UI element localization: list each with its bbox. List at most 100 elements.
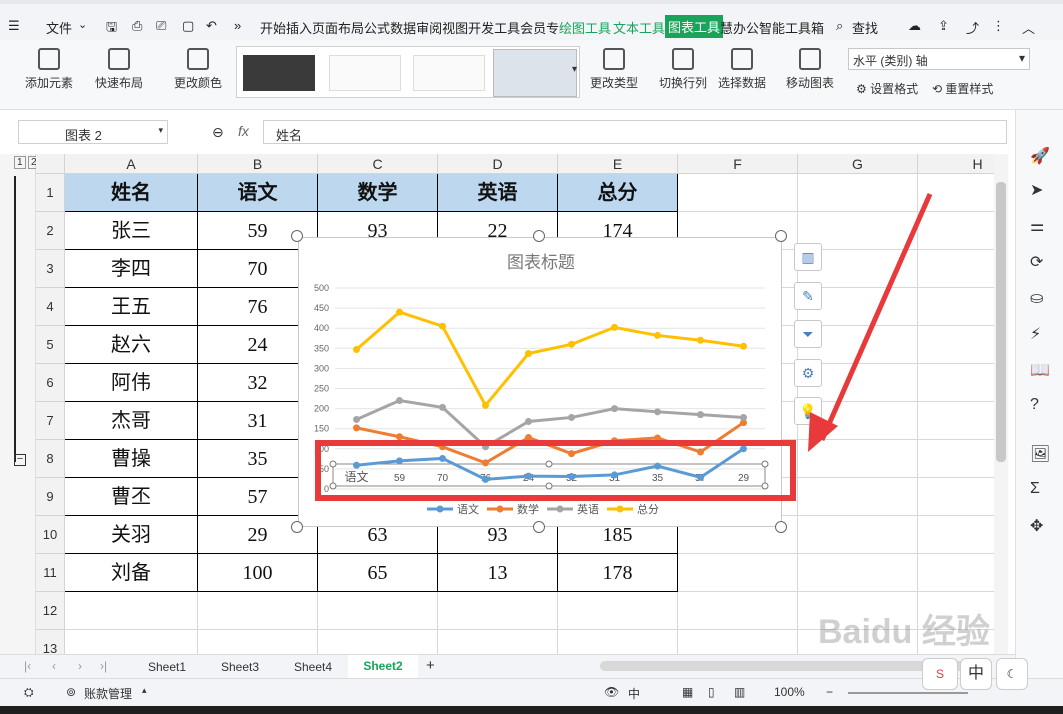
row-header-9[interactable]: 9 <box>36 478 65 516</box>
data-cell[interactable]: 张三 <box>65 212 198 250</box>
collapse-ribbon-icon[interactable]: ︿ <box>1022 18 1035 37</box>
chevron-down-icon[interactable]: ⌄ <box>78 18 87 31</box>
scrollbar-thumb[interactable] <box>996 182 1006 462</box>
data-point[interactable] <box>568 413 575 421</box>
resize-handle-b[interactable] <box>533 521 545 533</box>
grid-cell[interactable] <box>678 174 798 212</box>
resize-handle-tl[interactable] <box>291 230 303 242</box>
grid-cell[interactable] <box>438 592 558 630</box>
vertical-scrollbar[interactable] <box>994 154 1008 654</box>
data-point[interactable] <box>740 342 747 350</box>
tab-chart-tools[interactable]: 图表工具 <box>665 15 724 38</box>
select-data-button[interactable]: 选择数据 <box>714 48 770 91</box>
style-thumb-4[interactable] <box>493 49 577 97</box>
data-cell[interactable]: 刘备 <box>65 554 198 592</box>
export-icon[interactable]: ⎙ <box>132 18 142 34</box>
legend-label[interactable]: 数学 <box>517 502 539 516</box>
menu-item-0[interactable]: 开始 <box>260 21 286 36</box>
grid-cell[interactable] <box>798 478 918 516</box>
more-icon[interactable]: » <box>234 18 241 33</box>
save-icon[interactable]: 🖫 <box>106 18 117 40</box>
header-cell[interactable]: 姓名 <box>65 174 198 212</box>
column-header-D[interactable]: D <box>438 154 558 174</box>
upload-icon[interactable]: ⤴ <box>966 18 979 37</box>
column-header-C[interactable]: C <box>318 154 438 174</box>
header-cell[interactable]: 语文 <box>198 174 318 212</box>
tab-toolbox[interactable]: 慧办公智能工具箱 <box>720 18 824 37</box>
grid-cell[interactable] <box>798 516 918 554</box>
data-cell[interactable]: 杰哥 <box>65 402 198 440</box>
data-point[interactable] <box>396 397 403 405</box>
grid-cell[interactable] <box>678 592 798 630</box>
add-sheet-icon[interactable]: + <box>426 657 435 674</box>
row-header-11[interactable]: 11 <box>36 554 65 592</box>
column-header-A[interactable]: A <box>65 154 198 174</box>
change-type-button[interactable]: 更改类型 <box>586 48 642 91</box>
chart-style-gallery[interactable] <box>236 46 580 98</box>
first-sheet-icon[interactable]: |‹ <box>24 659 31 673</box>
axis-selector[interactable]: 水平 (类别) 轴 ▾ <box>848 48 1030 70</box>
data-point[interactable] <box>697 411 704 419</box>
data-cell[interactable]: 13 <box>438 554 558 592</box>
resize-handle-bl[interactable] <box>291 521 303 533</box>
menu-item-1[interactable]: 插入 <box>286 21 312 36</box>
column-header-E[interactable]: E <box>558 154 678 174</box>
data-point[interactable] <box>654 408 661 416</box>
main-menus[interactable]: 开始插入页面布局公式数据审阅视图开发工具会员专享 <box>260 18 560 37</box>
column-header-G[interactable]: G <box>798 154 918 174</box>
data-cell[interactable]: 阿伟 <box>65 364 198 402</box>
add-element-button[interactable]: 添加元素 <box>20 48 78 91</box>
row-header-8[interactable]: 8 <box>36 440 65 478</box>
book-icon[interactable]: 📖 <box>1030 360 1050 380</box>
row-header-5[interactable]: 5 <box>36 326 65 364</box>
prev-sheet-icon[interactable]: ‹ <box>52 659 56 673</box>
grid-cell[interactable] <box>65 630 198 654</box>
series-line-3[interactable] <box>355 310 744 409</box>
data-cell[interactable]: 178 <box>558 554 678 592</box>
sum-icon[interactable]: Σ <box>1030 480 1040 498</box>
more-options-icon[interactable]: ⋮ <box>992 18 1005 34</box>
account-label[interactable]: 账款管理 <box>84 685 132 702</box>
undo-icon[interactable]: ↶ <box>206 18 217 34</box>
menu-item-8[interactable]: 会员专享 <box>520 21 560 36</box>
switch-row-col-button[interactable]: 切换行列 <box>655 48 711 91</box>
data-cell[interactable]: 关羽 <box>65 516 198 554</box>
grid-cell[interactable] <box>198 630 318 654</box>
data-cell[interactable]: 曹操 <box>65 440 198 478</box>
data-cell[interactable]: 赵六 <box>65 326 198 364</box>
input-method-cn[interactable]: 中 <box>960 658 992 690</box>
header-cell[interactable]: 英语 <box>438 174 558 212</box>
tab-sheet4[interactable]: Sheet4 <box>294 660 332 674</box>
move-chart-button[interactable]: 移动图表 <box>782 48 838 91</box>
chevron-up-icon[interactable]: ▴ <box>142 685 147 696</box>
tab-drawing-tools[interactable]: 绘图工具 <box>559 18 611 37</box>
row-header-4[interactable]: 4 <box>36 288 65 326</box>
menu-item-3[interactable]: 公式 <box>364 21 390 36</box>
row-header-10[interactable]: 10 <box>36 516 65 554</box>
bucket-icon[interactable]: ⛀ <box>1030 288 1043 308</box>
zoom-icon[interactable]: ⊖ <box>212 124 224 141</box>
name-box[interactable]: 图表 2 ▾ <box>18 120 168 144</box>
data-point[interactable] <box>353 415 360 423</box>
menu-item-6[interactable]: 视图 <box>442 21 468 36</box>
sliders-icon[interactable]: ⚌ <box>1030 216 1044 236</box>
tab-text-tools[interactable]: 文本工具 <box>613 18 665 37</box>
wps-s-icon[interactable]: S <box>922 658 958 690</box>
data-point[interactable] <box>654 331 661 339</box>
resize-handle-t[interactable] <box>533 230 545 242</box>
reset-style-button[interactable]: ⟲ 重置样式 <box>932 80 993 97</box>
search-icon[interactable]: ⌕ <box>836 18 843 34</box>
account-icon[interactable]: ⊚ <box>66 685 76 699</box>
puzzle-icon[interactable]: ✥ <box>1030 516 1043 536</box>
grid-cell[interactable] <box>438 630 558 654</box>
quick-layout-button[interactable]: 快速布局 <box>90 48 148 91</box>
page-layout-icon[interactable]: ▯ <box>708 685 715 699</box>
tab-sheet2-active[interactable]: Sheet2 <box>348 655 418 678</box>
change-color-button[interactable]: 更改颜色 <box>168 48 228 91</box>
row-header-3[interactable]: 3 <box>36 250 65 288</box>
gallery-scroll-icon[interactable]: ▾ <box>572 64 577 75</box>
grid-cell[interactable] <box>678 630 798 654</box>
header-cell[interactable]: 数学 <box>318 174 438 212</box>
row-header-6[interactable]: 6 <box>36 364 65 402</box>
grid-cell[interactable] <box>558 630 678 654</box>
